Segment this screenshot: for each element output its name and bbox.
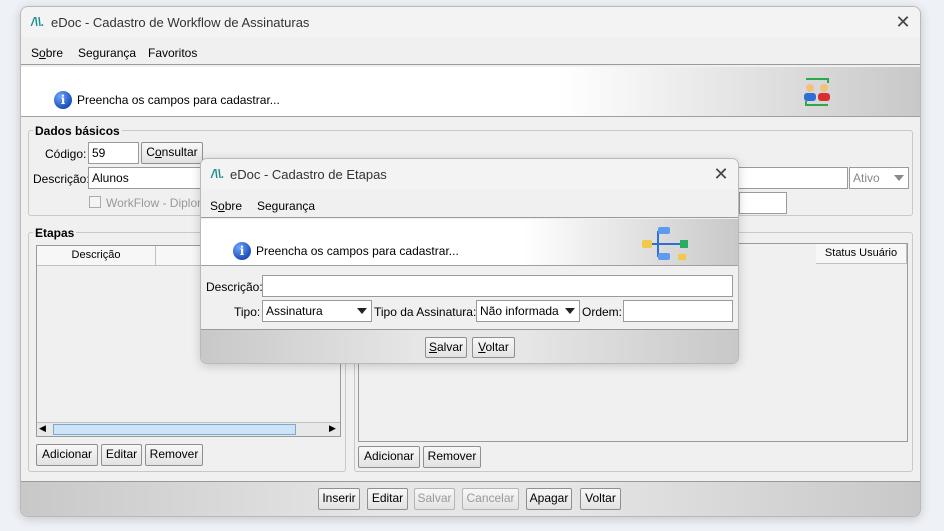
dialog-menubar: Sobre Segurança [201, 193, 738, 218]
dialog-tipo-assinatura-select[interactable]: Não informada [476, 300, 580, 322]
codigo-label: Código: [45, 147, 87, 161]
dialog-banner-text: Preencha os campos para cadastrar... [256, 244, 459, 258]
dialog-tipo-assinatura-label: Tipo da Assinatura: [374, 305, 477, 319]
workflow-field[interactable] [739, 192, 787, 214]
dialog-tipo-value: Assinatura [266, 304, 323, 318]
salvar-button: Salvar [414, 488, 455, 510]
etapas-adicionar-button[interactable]: Adicionar [36, 444, 98, 466]
dados-basicos-legend: Dados básicos [33, 124, 122, 138]
dialog-voltar-button[interactable]: Voltar [472, 337, 515, 358]
workflow-checkbox[interactable] [89, 196, 101, 208]
tipo-assinatura-chevron-down-icon [565, 308, 575, 314]
workflow-checkbox-label: WorkFlow - Diplom [106, 196, 208, 210]
dialog-descricao-label: Descrição: [206, 280, 263, 294]
dialog-close-icon[interactable]: ✕ [708, 163, 734, 185]
descricao-label: Descrição: [33, 172, 90, 186]
dialog-info-banner: i Preencha os campos para cadastrar... [201, 219, 738, 266]
status-select-value: Ativo [853, 171, 880, 185]
main-banner-text: Preencha os campos para cadastrar... [77, 93, 280, 107]
consultar-button[interactable]: Consultar [141, 142, 203, 164]
inserir-button[interactable]: Inserir [318, 488, 360, 510]
menu-seguranca[interactable]: Segurança [78, 46, 136, 60]
dialog-ordem-field[interactable] [623, 300, 733, 322]
status-select[interactable]: Ativo [849, 167, 909, 189]
dialog-tipo-label: Tipo: [234, 305, 261, 319]
etapas-legend: Etapas [33, 226, 77, 240]
scroll-left-icon[interactable]: ◀ [39, 423, 46, 434]
main-info-banner: i Preencha os campos para cadastrar... [21, 67, 920, 117]
usuarios-remover-button[interactable]: Remover [423, 446, 481, 468]
col-status-usuario-header[interactable]: Status Usuário [816, 244, 907, 264]
scroll-thumb[interactable] [53, 424, 296, 435]
dialog-tipo-assinatura-value: Não informada [480, 304, 559, 318]
etapas-dialog: /\\. eDoc - Cadastro de Etapas ✕ Sobre S… [200, 158, 739, 364]
chevron-down-icon [894, 175, 904, 181]
dialog-title: eDoc - Cadastro de Etapas [230, 167, 387, 182]
info-icon: i [54, 91, 72, 109]
usuarios-adicionar-button[interactable]: Adicionar [358, 446, 420, 468]
dialog-salvar-button[interactable]: Salvar [425, 337, 467, 358]
codigo-field[interactable]: 59 [88, 142, 139, 164]
dialog-footer [201, 329, 738, 363]
etapas-hscrollbar[interactable]: ◀ ▶ [37, 422, 340, 436]
dialog-titlebar: /\\. eDoc - Cadastro de Etapas ✕ [201, 159, 738, 189]
scroll-right-icon[interactable]: ▶ [329, 423, 336, 434]
users-workflow-icon [804, 78, 830, 106]
dialog-tipo-select[interactable]: Assinatura [262, 300, 372, 322]
dialog-logo-icon: /\\. [211, 167, 225, 181]
dialog-info-icon: i [233, 242, 251, 260]
dialog-menu-seguranca[interactable]: Segurança [257, 199, 315, 213]
dialog-ordem-label: Ordem: [582, 305, 623, 319]
main-menubar: Sobre Segurança Favoritos [21, 40, 920, 65]
apagar-button[interactable]: Apagar [526, 488, 572, 510]
workflow-steps-icon [642, 227, 688, 260]
etapas-remover-button[interactable]: Remover [145, 444, 203, 466]
dialog-descricao-field[interactable] [262, 275, 733, 297]
dialog-menu-sobre[interactable]: Sobre [210, 199, 242, 213]
etapas-editar-button[interactable]: Editar [101, 444, 142, 466]
col-descricao-header[interactable]: Descrição [37, 246, 156, 266]
main-window-title: eDoc - Cadastro de Workflow de Assinatur… [51, 15, 310, 30]
voltar-button[interactable]: Voltar [580, 488, 621, 510]
main-titlebar: /\\. eDoc - Cadastro de Workflow de Assi… [21, 7, 920, 37]
app-logo-icon: /\\. [31, 15, 45, 29]
main-close-icon[interactable]: ✕ [890, 11, 916, 33]
cancelar-button: Cancelar [462, 488, 519, 510]
menu-sobre[interactable]: Sobre [31, 46, 63, 60]
editar-button[interactable]: Editar [367, 488, 408, 510]
tipo-chevron-down-icon [357, 308, 367, 314]
menu-favoritos[interactable]: Favoritos [148, 46, 197, 60]
